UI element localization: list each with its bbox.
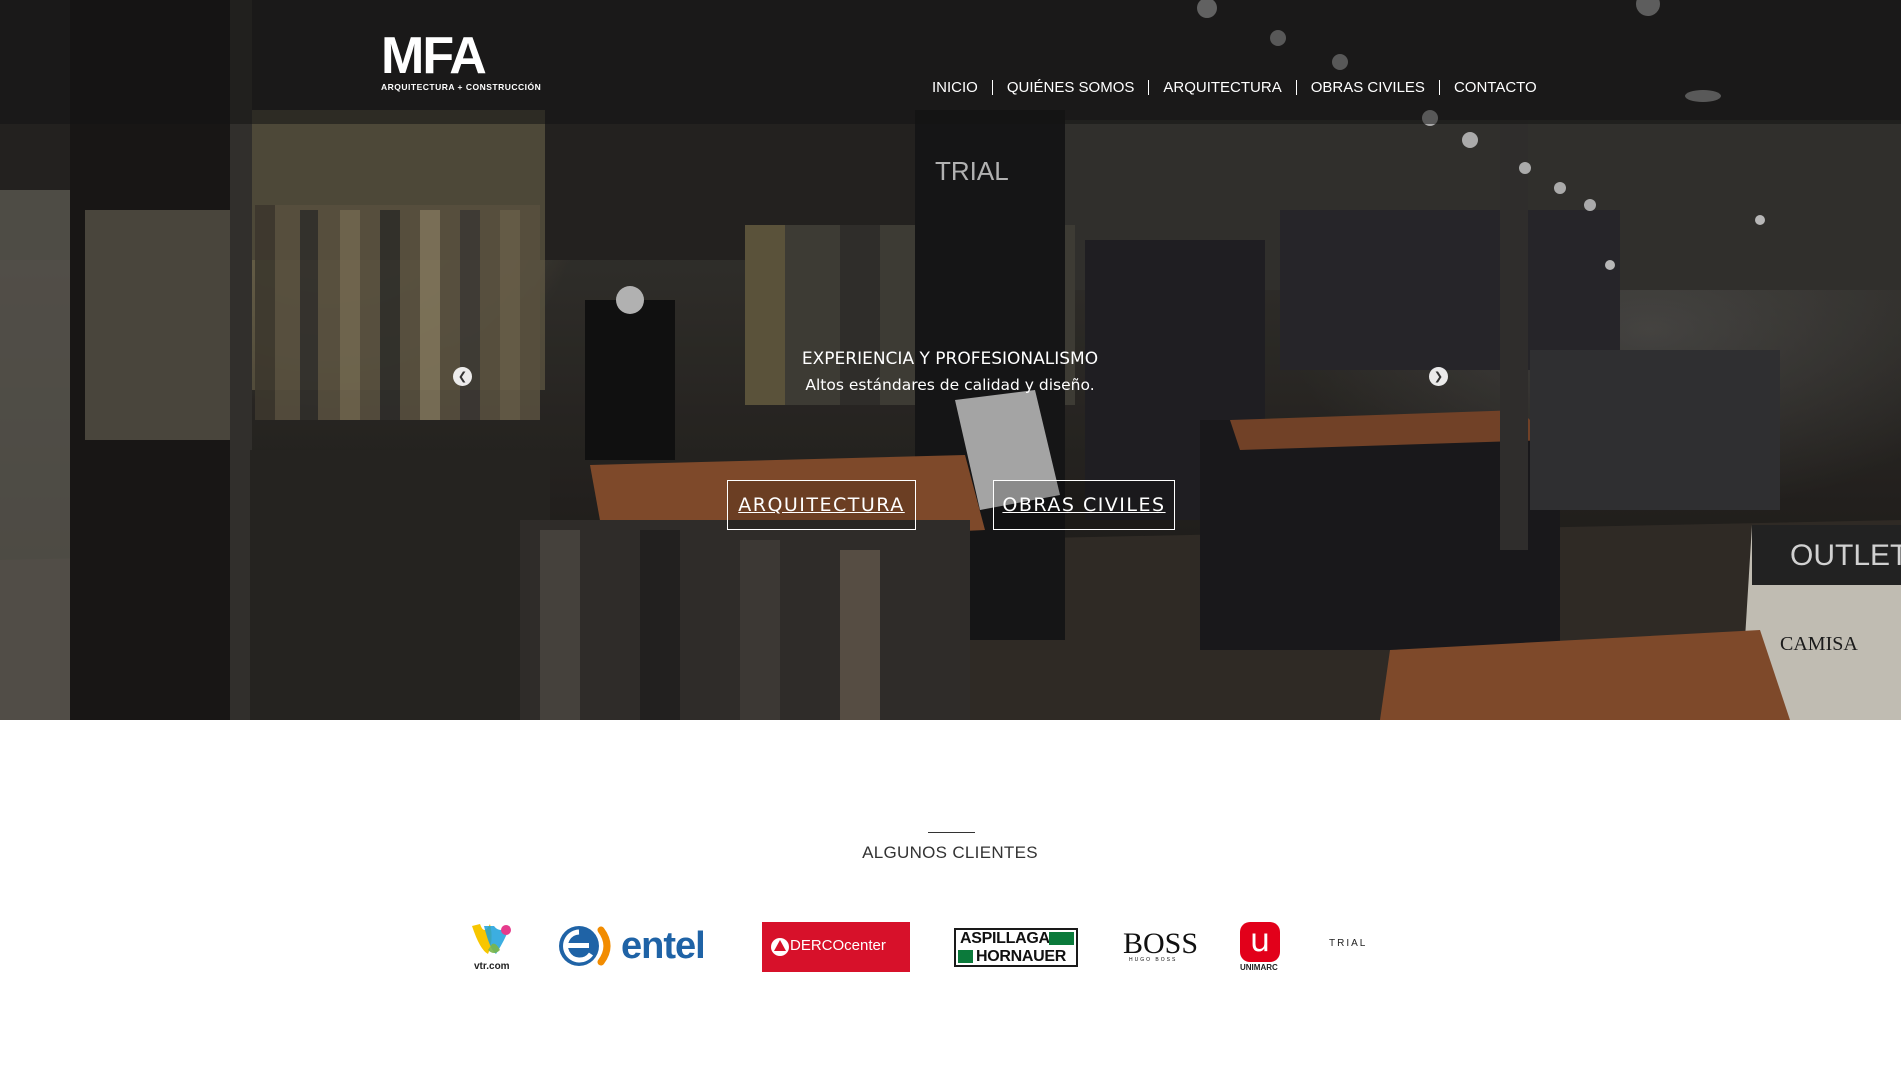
nav-item-obras-civiles[interactable]: OBRAS CIVILES bbox=[1311, 79, 1425, 96]
slide-subtitle: Altos estándares de calidad y diseño. bbox=[805, 376, 1095, 394]
arquitectura-button[interactable]: ARQUITECTURA bbox=[727, 480, 916, 530]
client-logo-aspillaga-hornauer: ASPILLAGA HORNAUER bbox=[954, 928, 1078, 967]
nav-separator bbox=[1438, 79, 1440, 95]
trial-wordmark: TRIAL bbox=[1329, 938, 1368, 949]
client-logo-vtr: vtr.com bbox=[470, 920, 514, 972]
nav-separator bbox=[1148, 79, 1150, 95]
nav-item-contacto[interactable]: CONTACTO bbox=[1454, 79, 1537, 96]
slide-title: EXPERIENCIA Y PROFESIONALISMO bbox=[801, 349, 1099, 369]
entel-mark-icon bbox=[559, 926, 611, 966]
derco-mark-icon bbox=[771, 938, 789, 956]
vtr-wordmark: vtr.com bbox=[474, 961, 510, 972]
chevron-left-icon[interactable]: ❮ bbox=[453, 367, 472, 386]
nav-item-quienes-somos[interactable]: QUIÉNES SOMOS bbox=[1007, 79, 1135, 96]
hornauer-wordmark: HORNAUER bbox=[956, 948, 1076, 965]
client-logo-entel: entel bbox=[557, 924, 717, 968]
nav-separator bbox=[1295, 79, 1297, 95]
hero-slider: TRIAL OUTLET CAMISA MFA ARQUITECTURA + C… bbox=[0, 0, 1901, 720]
hugo-boss-subline: HUGO BOSS bbox=[1129, 957, 1178, 963]
obras-civiles-button[interactable]: OBRAS CIVILES bbox=[993, 480, 1175, 530]
site-logo[interactable]: MFA ARQUITECTURA + CONSTRUCCIÓN bbox=[381, 30, 541, 94]
main-nav: INICIO QUIÉNES SOMOS ARQUITECTURA OBRAS … bbox=[932, 78, 1537, 96]
logo-mark: MFA bbox=[381, 27, 487, 85]
logo-tagline: ARQUITECTURA + CONSTRUCCIÓN bbox=[381, 82, 542, 92]
client-logo-boss: BOSS HUGO BOSS bbox=[1123, 927, 1199, 965]
vtr-mark-icon bbox=[472, 924, 511, 954]
nav-item-arquitectura[interactable]: ARQUITECTURA bbox=[1163, 79, 1281, 96]
client-logo-unimarc: u UNIMARC bbox=[1240, 922, 1282, 974]
nav-separator bbox=[991, 79, 993, 95]
header-bar bbox=[0, 0, 1901, 124]
hornauer-green-block bbox=[958, 950, 973, 963]
entel-wordmark: entel bbox=[621, 925, 706, 967]
aspillaga-green-block bbox=[1049, 932, 1074, 945]
nav-item-inicio[interactable]: INICIO bbox=[932, 79, 978, 96]
derco-wordmark: DERCOcenter bbox=[790, 937, 886, 954]
section-divider bbox=[928, 832, 975, 833]
boss-wordmark: BOSS bbox=[1123, 927, 1199, 960]
clients-heading: ALGUNOS CLIENTES bbox=[862, 843, 1038, 862]
unimarc-u-icon: u bbox=[1240, 922, 1280, 962]
client-logo-trial: TRIAL bbox=[1329, 938, 1389, 954]
chevron-right-icon[interactable]: ❯ bbox=[1429, 367, 1448, 386]
unimarc-wordmark: UNIMARC bbox=[1240, 963, 1278, 972]
client-logo-dercocenter: DERCOcenter bbox=[762, 922, 910, 972]
